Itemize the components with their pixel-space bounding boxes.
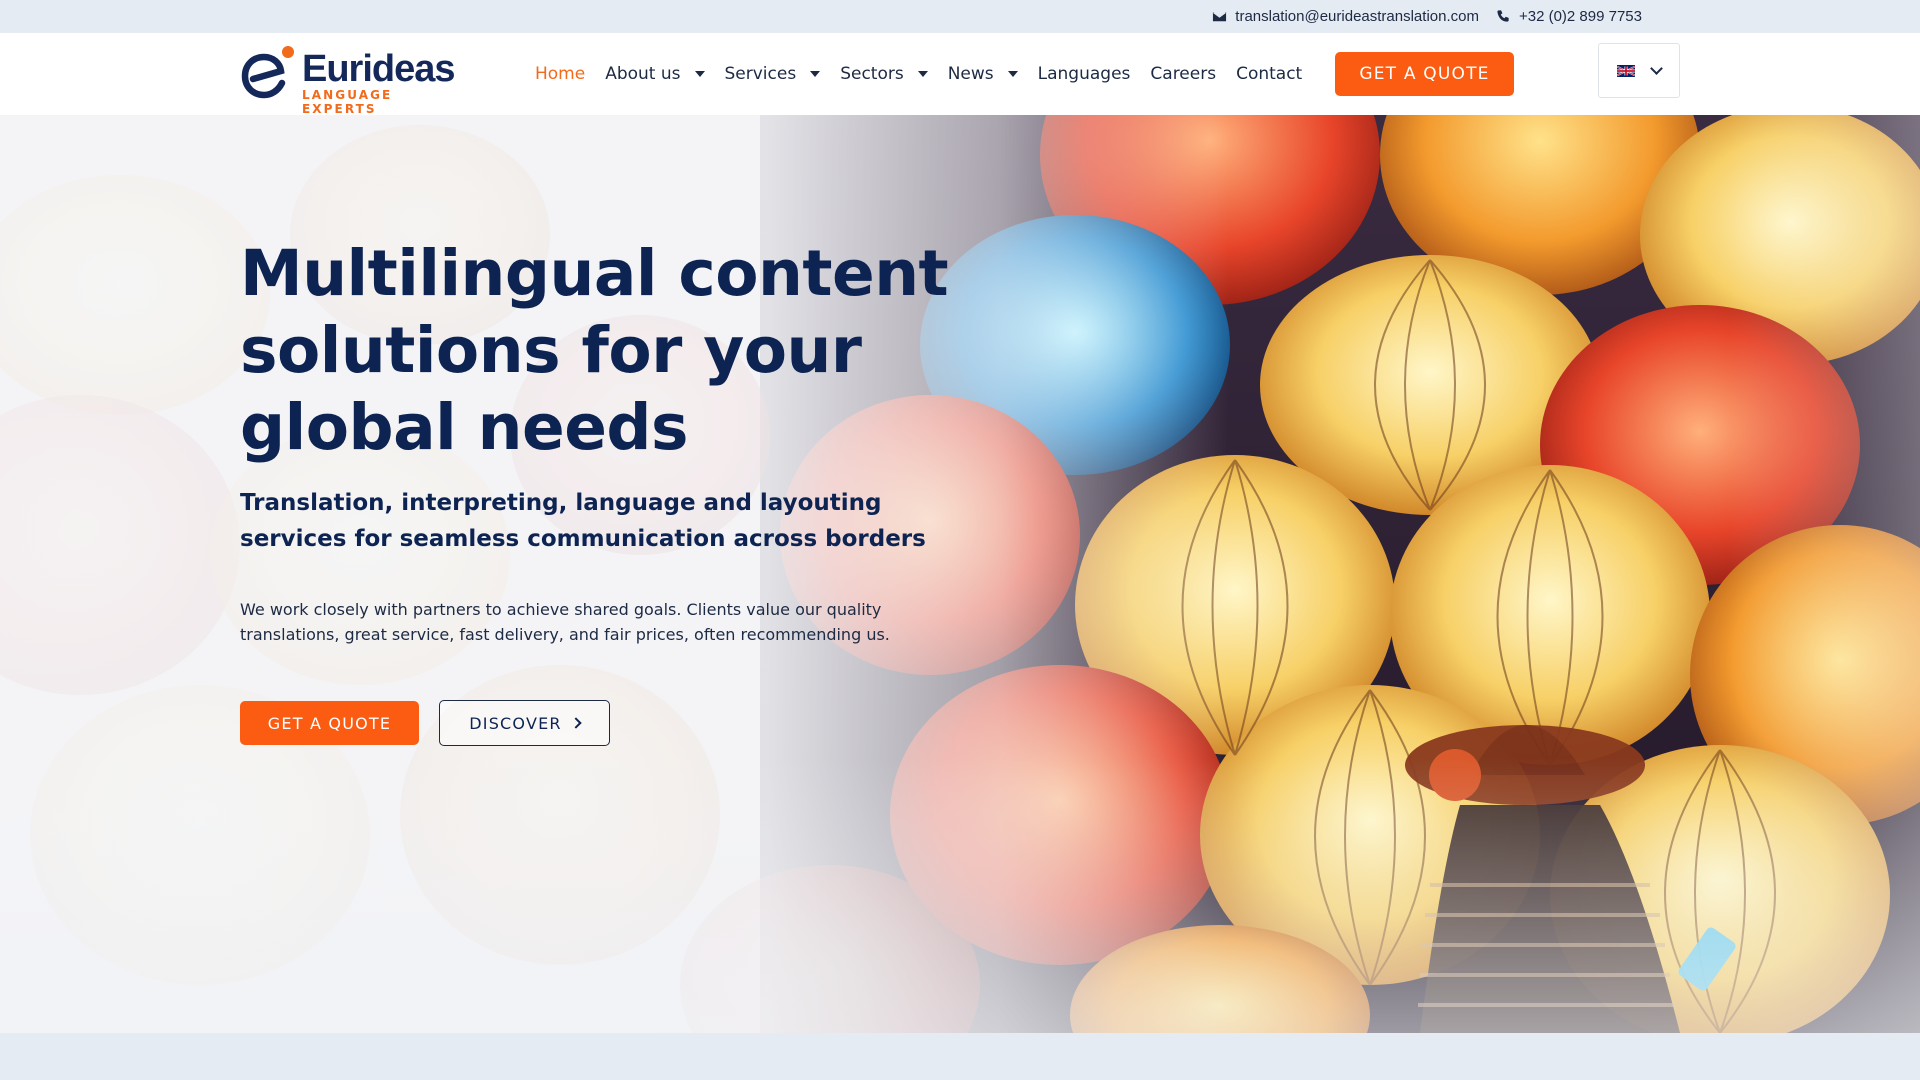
nav-about-us-label: About us	[605, 64, 681, 84]
caret-down-icon	[917, 71, 928, 77]
nav-contact-label: Contact	[1236, 64, 1303, 84]
nav-services-label: Services	[724, 64, 797, 84]
caret-down-icon	[694, 71, 705, 77]
main-nav: Home About us Services Sectors News Lang…	[535, 33, 1322, 115]
language-selector[interactable]	[1598, 43, 1680, 98]
logo-tagline: LANGUAGE EXPERTS	[302, 88, 393, 116]
hero-description: We work closely with partners to achieve…	[240, 600, 890, 644]
uk-flag-icon	[1617, 64, 1635, 77]
nav-sectors[interactable]: Sectors	[840, 64, 928, 84]
phone-contact[interactable]: +32 (0)2 899 7753	[1496, 8, 1642, 25]
chevron-down-icon	[1650, 61, 1663, 75]
nav-careers-label: Careers	[1150, 64, 1217, 84]
email-text[interactable]: translation@eurideastranslation.com	[1235, 8, 1479, 25]
chevron-right-icon	[570, 717, 582, 729]
nav-sectors-label: Sectors	[840, 64, 904, 84]
hero-title: Multilingual content solutions for your …	[240, 237, 949, 464]
caret-down-icon	[1007, 71, 1018, 77]
nav-home[interactable]: Home	[535, 64, 585, 84]
hero-subtitle: Translation, interpreting, language and …	[240, 490, 926, 552]
envelope-icon	[1213, 11, 1227, 22]
logo[interactable]: Eurideas LANGUAGE EXPERTS	[238, 43, 456, 116]
hero-section: Multilingual content solutions for your …	[0, 115, 1920, 1033]
nav-about-us[interactable]: About us	[605, 64, 705, 84]
phone-icon	[1497, 10, 1509, 22]
nav-contact[interactable]: Contact	[1236, 64, 1302, 84]
nav-languages[interactable]: Languages	[1038, 64, 1131, 84]
nav-careers[interactable]: Careers	[1150, 64, 1216, 84]
nav-news-label: News	[947, 64, 994, 84]
discover-label: DISCOVER	[469, 713, 562, 733]
bottom-band	[0, 1033, 1920, 1080]
nav-services[interactable]: Services	[725, 64, 821, 84]
nav-home-label: Home	[535, 64, 586, 84]
caret-down-icon	[810, 71, 821, 77]
nav-languages-label: Languages	[1037, 64, 1131, 84]
hero-quote-button[interactable]: GET A QUOTE	[240, 701, 419, 745]
phone-text[interactable]: +32 (0)2 899 7753	[1519, 8, 1642, 25]
header-quote-button[interactable]: GET A QUOTE	[1335, 52, 1514, 96]
nav-news[interactable]: News	[948, 64, 1018, 84]
top-contact-bar: translation@eurideastranslation.com +32 …	[0, 0, 1920, 33]
email-contact[interactable]: translation@eurideastranslation.com	[1212, 8, 1479, 25]
logo-mark-icon	[241, 46, 294, 99]
discover-button[interactable]: DISCOVER	[439, 700, 610, 746]
site-header: Eurideas LANGUAGE EXPERTS Home About us …	[0, 33, 1920, 116]
logo-name: Eurideas	[302, 48, 456, 90]
